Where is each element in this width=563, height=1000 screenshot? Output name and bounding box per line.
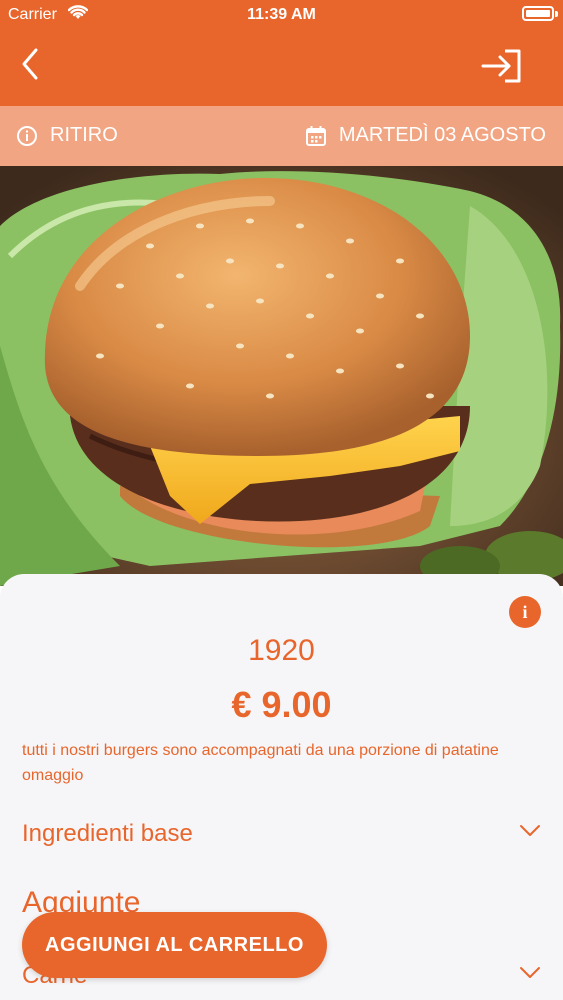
chevron-down-icon (520, 825, 540, 836)
info-circle-icon (17, 125, 37, 146)
nav-bar (0, 30, 563, 106)
product-description: tutti i nostri burgers sono accompagnati… (22, 742, 499, 784)
clock: 11:39 AM (247, 6, 316, 23)
product-info-icon[interactable]: i (509, 596, 541, 628)
order-info-bar: RITIRO MARTEDÌ 03 AGOSTO (0, 106, 563, 166)
status-bar: Carrier 11:39 AM (0, 0, 563, 30)
product-price: € 9.00 (231, 684, 332, 725)
base-ingredients-label: Ingredienti base (22, 820, 193, 847)
pickup-mode-label: RITIRO (50, 124, 118, 146)
burger-illustration (0, 166, 563, 586)
back-chevron-icon[interactable] (14, 44, 50, 84)
product-photo (0, 166, 563, 586)
login-icon[interactable] (479, 46, 525, 86)
pickup-mode[interactable]: RITIRO (16, 124, 118, 147)
add-to-cart-button[interactable]: AGGIUNGI AL CARRELLO (22, 912, 327, 978)
pickup-date-label: MARTEDÌ 03 AGOSTO (338, 124, 546, 146)
pickup-date[interactable]: MARTEDÌ 03 AGOSTO (305, 124, 546, 147)
battery-tip (555, 11, 558, 17)
battery-icon (522, 6, 554, 21)
base-ingredients-row[interactable]: Ingredienti base (22, 820, 545, 848)
product-name: 1920 (248, 634, 315, 667)
calendar-icon (305, 125, 326, 146)
chevron-down-icon (520, 967, 540, 978)
